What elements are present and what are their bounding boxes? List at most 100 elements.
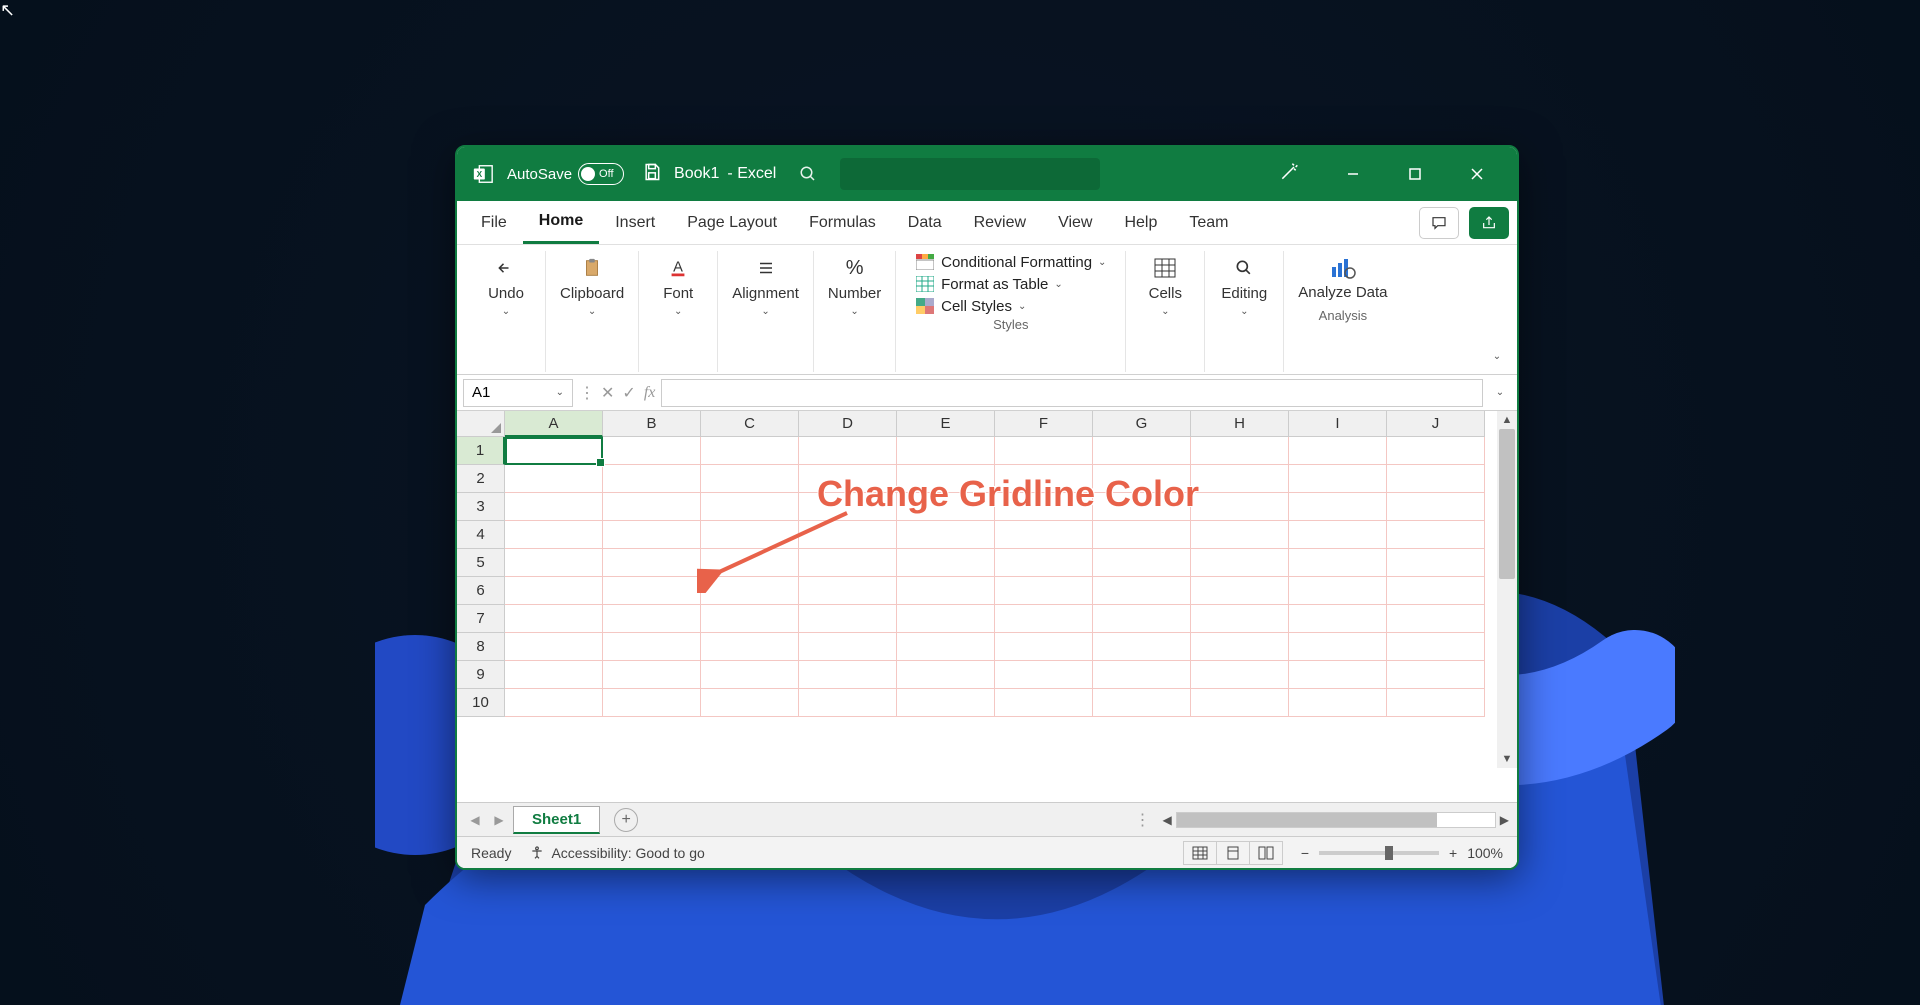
cell[interactable] — [1093, 437, 1191, 465]
row-header[interactable]: 7 — [457, 605, 505, 633]
conditional-formatting-button[interactable]: Conditional Formatting⌄ — [915, 253, 1106, 271]
cell[interactable] — [1093, 605, 1191, 633]
cell[interactable] — [1289, 465, 1387, 493]
cell[interactable] — [701, 577, 799, 605]
cell[interactable] — [1387, 689, 1485, 717]
zoom-level[interactable]: 100% — [1467, 845, 1503, 861]
row-header[interactable]: 9 — [457, 661, 505, 689]
tab-team[interactable]: Team — [1173, 201, 1244, 244]
cell[interactable] — [897, 605, 995, 633]
cell[interactable] — [799, 689, 897, 717]
sheet-nav-prev[interactable]: ◀ — [465, 813, 485, 827]
horizontal-scrollbar[interactable]: ◀ ▶ — [1163, 812, 1509, 828]
cell[interactable] — [1191, 689, 1289, 717]
minimize-button[interactable] — [1323, 154, 1383, 194]
search-icon[interactable] — [788, 154, 828, 194]
cell[interactable] — [603, 577, 701, 605]
search-box[interactable] — [840, 158, 1100, 190]
cell[interactable] — [799, 549, 897, 577]
row-header[interactable]: 1 — [457, 437, 505, 465]
add-sheet-button[interactable]: + — [614, 808, 638, 832]
cell-styles-button[interactable]: Cell Styles⌄ — [915, 297, 1026, 315]
collapse-ribbon-button[interactable]: ⌄ — [1485, 344, 1509, 368]
tab-file[interactable]: File — [465, 201, 523, 244]
cell[interactable] — [897, 521, 995, 549]
col-header[interactable]: F — [995, 411, 1093, 437]
tab-help[interactable]: Help — [1108, 201, 1173, 244]
cell[interactable] — [701, 493, 799, 521]
cell[interactable] — [799, 577, 897, 605]
cell[interactable] — [505, 521, 603, 549]
cell[interactable] — [1191, 605, 1289, 633]
cell[interactable] — [995, 437, 1093, 465]
cell[interactable] — [505, 437, 603, 465]
cell[interactable] — [1289, 633, 1387, 661]
cell[interactable] — [1289, 521, 1387, 549]
cell[interactable] — [897, 549, 995, 577]
cell[interactable] — [1093, 633, 1191, 661]
cell[interactable] — [995, 465, 1093, 493]
cell[interactable] — [799, 465, 897, 493]
cell[interactable] — [505, 605, 603, 633]
cell[interactable] — [1387, 521, 1485, 549]
alignment-button[interactable]: Alignment ⌄ — [728, 251, 803, 321]
cell[interactable] — [1191, 661, 1289, 689]
close-button[interactable] — [1447, 154, 1507, 194]
cell[interactable] — [1387, 465, 1485, 493]
col-header[interactable]: I — [1289, 411, 1387, 437]
cell[interactable] — [603, 465, 701, 493]
cell[interactable] — [995, 689, 1093, 717]
formula-input[interactable] — [661, 379, 1483, 407]
col-header[interactable]: E — [897, 411, 995, 437]
cell[interactable] — [897, 661, 995, 689]
cell[interactable] — [1289, 661, 1387, 689]
tab-view[interactable]: View — [1042, 201, 1108, 244]
cell[interactable] — [1387, 577, 1485, 605]
row-header[interactable]: 10 — [457, 689, 505, 717]
cell[interactable] — [1093, 521, 1191, 549]
normal-view-button[interactable] — [1183, 841, 1217, 865]
select-all-corner[interactable] — [457, 411, 505, 437]
cell[interactable] — [995, 661, 1093, 689]
cell[interactable] — [1289, 437, 1387, 465]
cell[interactable] — [995, 633, 1093, 661]
zoom-out-button[interactable]: − — [1301, 845, 1309, 861]
col-header[interactable]: C — [701, 411, 799, 437]
cell[interactable] — [799, 521, 897, 549]
cell[interactable] — [1289, 549, 1387, 577]
cell[interactable] — [897, 437, 995, 465]
autosave-toggle[interactable]: AutoSave Off — [507, 163, 624, 185]
cell[interactable] — [799, 605, 897, 633]
cell[interactable] — [1093, 577, 1191, 605]
cell[interactable] — [505, 465, 603, 493]
row-header[interactable]: 5 — [457, 549, 505, 577]
cell[interactable] — [603, 605, 701, 633]
share-button[interactable] — [1469, 207, 1509, 239]
name-box[interactable]: A1 ⌄ — [463, 379, 573, 407]
zoom-slider[interactable] — [1319, 851, 1439, 855]
page-layout-view-button[interactable] — [1216, 841, 1250, 865]
page-break-view-button[interactable] — [1249, 841, 1283, 865]
cell[interactable] — [995, 521, 1093, 549]
accessibility-status[interactable]: Accessibility: Good to go — [529, 845, 704, 861]
cell[interactable] — [701, 465, 799, 493]
zoom-in-button[interactable]: + — [1449, 845, 1457, 861]
cell[interactable] — [505, 689, 603, 717]
maximize-button[interactable] — [1385, 154, 1445, 194]
row-header[interactable]: 2 — [457, 465, 505, 493]
tab-data[interactable]: Data — [892, 201, 958, 244]
cell[interactable] — [995, 605, 1093, 633]
cell[interactable] — [897, 633, 995, 661]
cell[interactable] — [1289, 605, 1387, 633]
tab-home[interactable]: Home — [523, 201, 599, 244]
cell[interactable] — [897, 465, 995, 493]
tab-page-layout[interactable]: Page Layout — [671, 201, 793, 244]
cell[interactable] — [701, 521, 799, 549]
cell[interactable] — [505, 577, 603, 605]
cell[interactable] — [603, 437, 701, 465]
cell[interactable] — [1191, 633, 1289, 661]
cell[interactable] — [799, 661, 897, 689]
cell[interactable] — [799, 633, 897, 661]
accept-formula-icon[interactable]: ✓ — [622, 383, 635, 403]
col-header[interactable]: D — [799, 411, 897, 437]
